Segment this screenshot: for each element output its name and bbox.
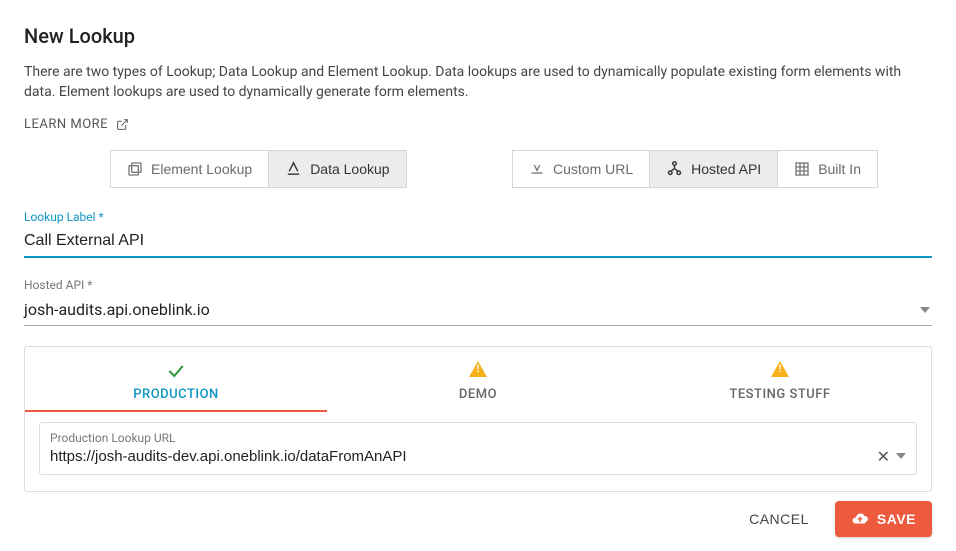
tab-production-label: PRODUCTION <box>25 387 327 402</box>
toggle-row: Element Lookup Data Lookup Custom URL Ho… <box>24 150 932 188</box>
hosted-api-label: Hosted API <box>691 161 761 177</box>
source-toggle: Custom URL Hosted API Built In <box>512 150 878 188</box>
tab-testing-label: TESTING STUFF <box>629 387 931 402</box>
hosted-api-button[interactable]: Hosted API <box>649 150 778 188</box>
lookup-label-field: Lookup Label * <box>24 210 932 258</box>
custom-url-icon <box>529 161 545 177</box>
learn-more-label: LEARN MORE <box>24 117 108 132</box>
warning-icon <box>469 361 487 377</box>
lookup-type-toggle: Element Lookup Data Lookup <box>110 150 407 188</box>
data-lookup-icon <box>285 160 302 177</box>
lookup-label-title: Lookup Label * <box>24 210 932 224</box>
hosted-api-icon <box>666 160 683 177</box>
warning-icon <box>771 361 789 377</box>
chevron-down-icon[interactable] <box>896 453 906 459</box>
hosted-api-field: Hosted API * josh-audits.api.oneblink.io <box>24 278 932 326</box>
hosted-api-title: Hosted API * <box>24 278 932 292</box>
lookup-url-box: Production Lookup URL ✕ <box>39 422 917 475</box>
hosted-api-select[interactable]: josh-audits.api.oneblink.io <box>24 296 932 326</box>
lookup-label-input[interactable] <box>24 228 932 258</box>
environment-tabs: PRODUCTION DEMO TESTING STUFF <box>25 347 931 412</box>
element-lookup-icon <box>127 161 143 177</box>
page-description: There are two types of Lookup; Data Look… <box>24 62 932 103</box>
cloud-upload-icon <box>851 510 869 528</box>
data-lookup-label: Data Lookup <box>310 161 389 177</box>
external-link-icon <box>116 118 129 131</box>
cancel-button[interactable]: CANCEL <box>739 503 819 535</box>
hosted-api-value: josh-audits.api.oneblink.io <box>24 300 932 319</box>
custom-url-label: Custom URL <box>553 161 633 177</box>
built-in-label: Built In <box>818 161 861 177</box>
built-in-button[interactable]: Built In <box>777 150 878 188</box>
data-lookup-button[interactable]: Data Lookup <box>268 150 406 188</box>
save-button[interactable]: SAVE <box>835 501 932 537</box>
element-lookup-button[interactable]: Element Lookup <box>110 150 269 188</box>
tab-testing[interactable]: TESTING STUFF <box>629 347 931 412</box>
tab-demo-label: DEMO <box>327 387 629 402</box>
dialog-footer: CANCEL SAVE <box>739 501 932 537</box>
lookup-url-input[interactable] <box>50 448 871 465</box>
custom-url-button[interactable]: Custom URL <box>512 150 650 188</box>
clear-icon[interactable]: ✕ <box>877 447 890 466</box>
tab-demo[interactable]: DEMO <box>327 347 629 412</box>
element-lookup-label: Element Lookup <box>151 161 252 177</box>
save-label: SAVE <box>877 511 916 527</box>
tab-production[interactable]: PRODUCTION <box>25 347 327 412</box>
built-in-icon <box>794 161 810 177</box>
environment-card: PRODUCTION DEMO TESTING STUFF Production… <box>24 346 932 492</box>
learn-more-link[interactable]: LEARN MORE <box>24 117 129 132</box>
check-icon <box>165 361 187 381</box>
page-title: New Lookup <box>24 24 932 48</box>
lookup-url-label: Production Lookup URL <box>50 431 906 445</box>
